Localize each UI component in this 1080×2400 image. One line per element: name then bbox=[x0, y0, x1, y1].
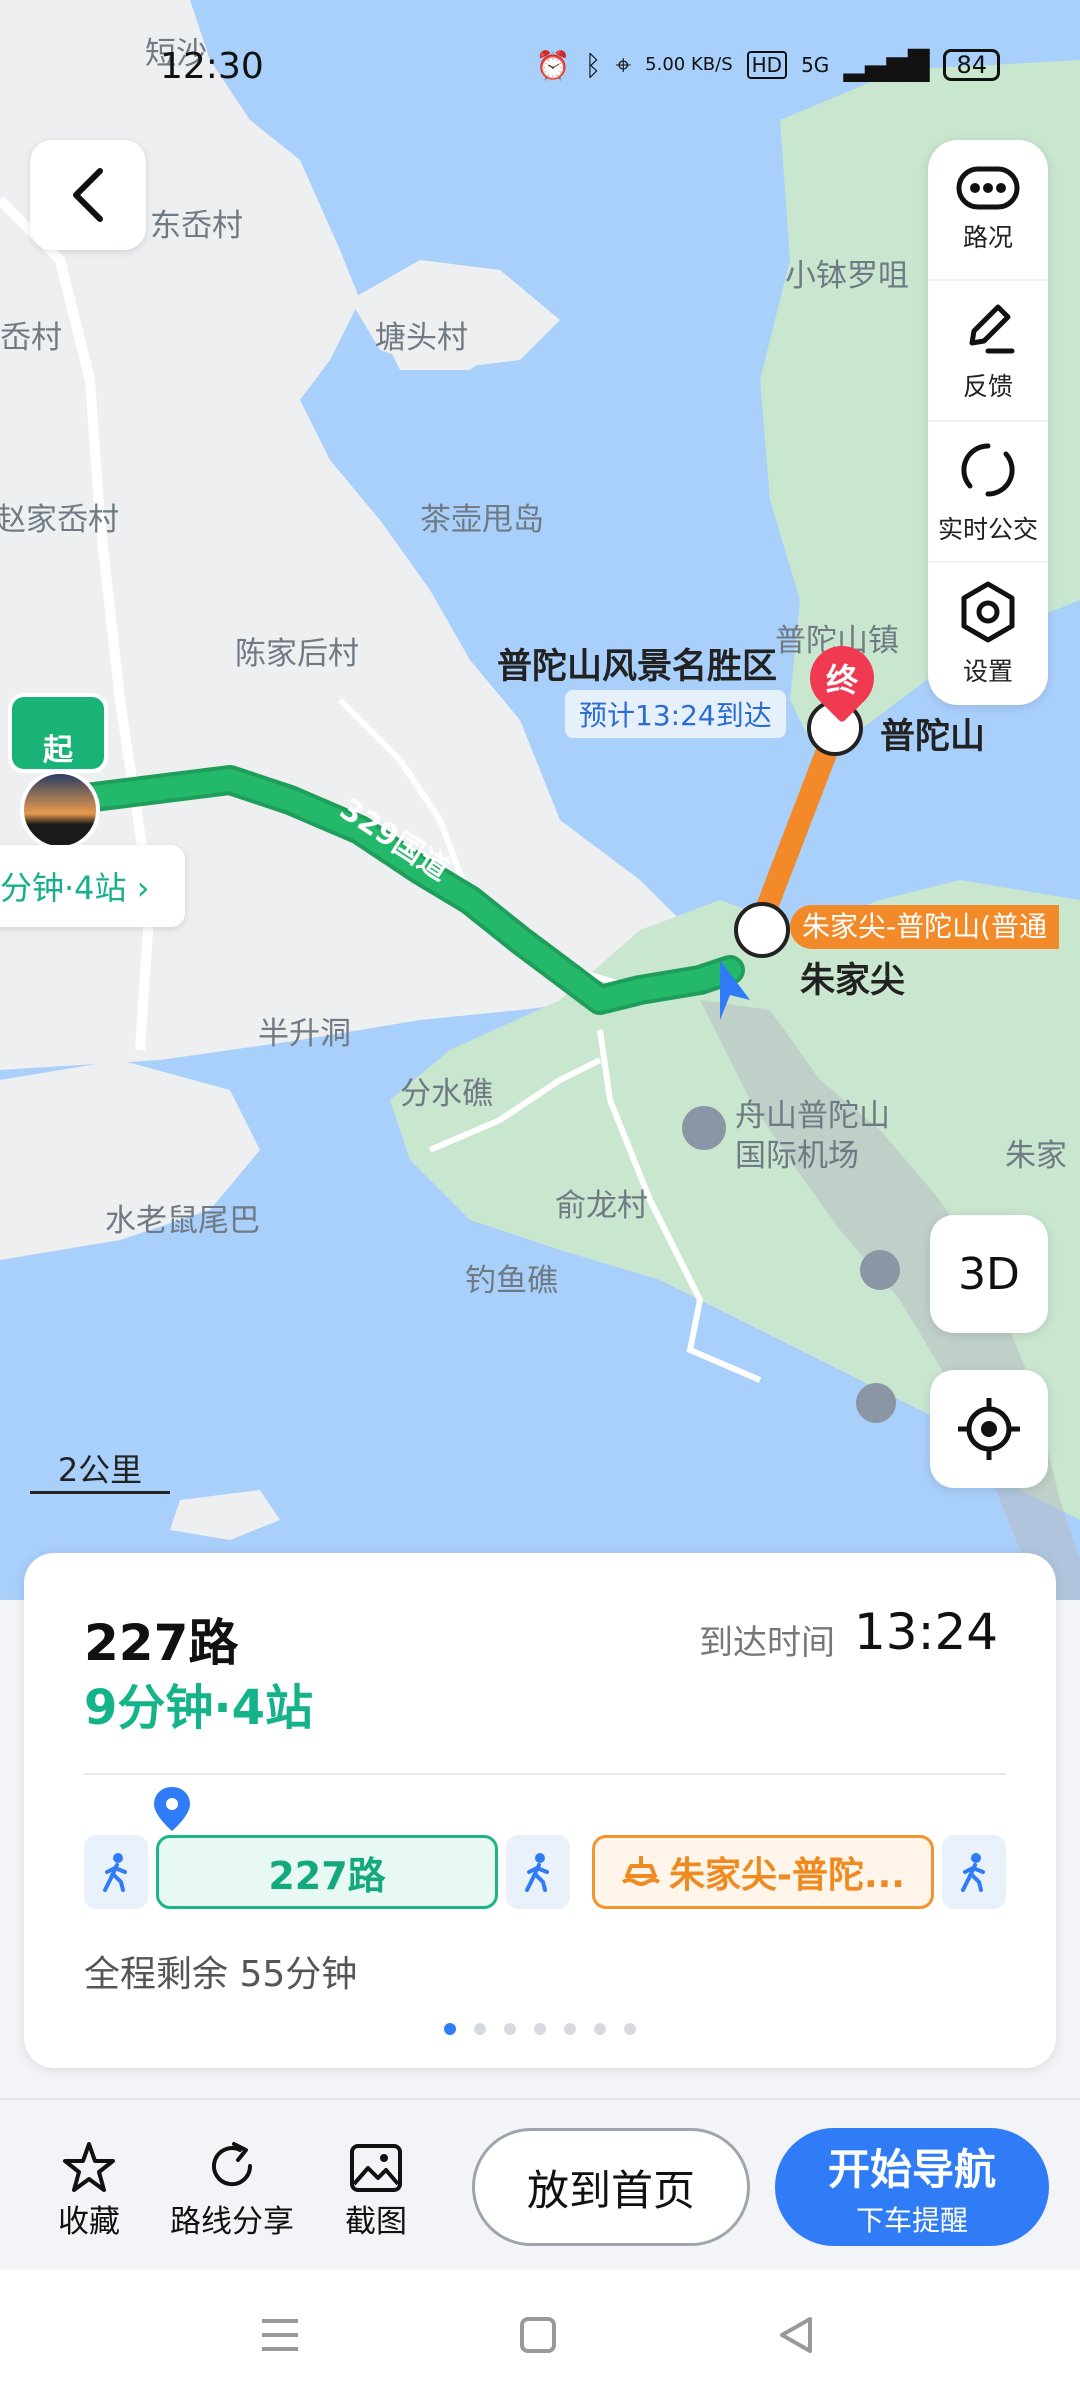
remaining-time: 全程剩余 55分钟 bbox=[84, 1954, 358, 1995]
map-tools-panel: 路况 反馈 实时公交 设置 bbox=[928, 140, 1048, 705]
user-avatar[interactable] bbox=[20, 770, 100, 850]
place-label: 小钵罗咀 bbox=[785, 258, 909, 294]
status-icons: ⏰ ᛒ ⌖ 5.00 KB/S HD 5G ▂▄▆█ 84 bbox=[536, 48, 1000, 82]
place-label-putuoshan: 普陀山 bbox=[880, 717, 986, 757]
route-segments: 227路 朱家尖-普陀... bbox=[84, 1835, 1006, 1909]
scenic-area-label: 普陀山风景名胜区 bbox=[497, 647, 778, 687]
place-label: 水老鼠尾巴 bbox=[105, 1203, 260, 1239]
walk-icon bbox=[103, 1853, 127, 1892]
place-label: 塘头村 bbox=[375, 320, 468, 356]
traffic-label: 路况 bbox=[962, 222, 1013, 252]
ferry-route-label[interactable]: 朱家尖-普陀山(普通 bbox=[790, 905, 1060, 949]
route-duration-stops: 9分钟·4站 bbox=[84, 1680, 314, 1736]
place-label: 赵家岙村 bbox=[0, 502, 119, 538]
signal-bars-icon: ▂▄▆█ bbox=[843, 48, 930, 82]
favorite-button[interactable]: 收藏 bbox=[58, 2140, 120, 2241]
hd-badge: HD bbox=[746, 51, 788, 79]
chevron-left-icon bbox=[73, 168, 103, 222]
battery-indicator: 84 bbox=[943, 49, 1000, 81]
realtime-bus-label: 实时公交 bbox=[937, 514, 1038, 544]
status-bar: 12:30 ⏰ ᛒ ⌖ 5.00 KB/S HD 5G ▂▄▆█ 84 bbox=[0, 40, 1080, 100]
screenshot-label: 截图 bbox=[345, 2204, 407, 2240]
system-nav-bar bbox=[0, 2270, 1080, 2400]
bus-stop-pill[interactable]: 分钟·4站 › bbox=[0, 845, 185, 927]
pencil-icon bbox=[969, 304, 1015, 353]
place-label: 舟山普陀山 bbox=[735, 1098, 890, 1134]
eta-tag: 预计13:24到达 bbox=[565, 690, 786, 738]
alight-reminder-label: 下车提醒 bbox=[855, 2203, 968, 2237]
share-icon bbox=[212, 2142, 253, 2187]
locate-button[interactable] bbox=[930, 1370, 1048, 1488]
page-dot[interactable] bbox=[624, 2023, 636, 2035]
share-route-button[interactable]: 路线分享 bbox=[170, 2140, 294, 2241]
page-dot[interactable] bbox=[474, 2023, 486, 2035]
action-bar: 收藏 路线分享 截图 放到首页 开始导航 下车提醒 bbox=[0, 2098, 1080, 2270]
walk-icon bbox=[961, 1853, 985, 1892]
place-label: 岙村 bbox=[0, 320, 62, 356]
place-label: 分水礁 bbox=[400, 1076, 493, 1112]
walk-segment[interactable] bbox=[84, 1835, 148, 1909]
map-view[interactable]: 短沙 东岙村 岙村 塘头村 小钵罗咀 赵家岙村 茶壶甩岛 陈家后村 普陀山镇 半… bbox=[0, 0, 1080, 1600]
place-label-zhujiajian: 朱家尖 bbox=[800, 961, 906, 1001]
ferry-segment-label: 朱家尖-普陀... bbox=[669, 1855, 905, 1896]
place-label: 朱家 bbox=[1005, 1138, 1067, 1174]
favorite-label: 收藏 bbox=[58, 2204, 120, 2240]
settings-button[interactable]: 设置 bbox=[928, 563, 1048, 704]
page-dot[interactable] bbox=[444, 2023, 456, 2035]
page-dot[interactable] bbox=[594, 2023, 606, 2035]
3d-toggle-button[interactable]: 3D bbox=[930, 1215, 1048, 1333]
location-icon: ⌖ bbox=[615, 48, 632, 81]
screenshot-button[interactable]: 截图 bbox=[345, 2140, 407, 2241]
add-to-home-button[interactable]: 放到首页 bbox=[472, 2128, 750, 2246]
page-dot[interactable] bbox=[534, 2023, 546, 2035]
feedback-button[interactable]: 反馈 bbox=[928, 281, 1048, 422]
back-button[interactable] bbox=[30, 140, 146, 250]
settings-icon bbox=[961, 581, 1015, 642]
traffic-icon bbox=[956, 166, 1020, 209]
walk-segment[interactable] bbox=[506, 1835, 570, 1909]
route-card[interactable]: 227路 9分钟·4站 到达时间 13:24 227路 朱家尖-普陀... 全程… bbox=[24, 1553, 1056, 2068]
clock: 12:30 bbox=[160, 46, 264, 87]
crosshair-icon bbox=[958, 1398, 1020, 1460]
page-dot[interactable] bbox=[564, 2023, 576, 2035]
arrival-time: 13:24 bbox=[854, 1603, 999, 1661]
place-label: 俞龙村 bbox=[555, 1188, 648, 1224]
net-speed: 5.00 KB/S bbox=[645, 54, 733, 75]
arrival-label: 到达时间 bbox=[699, 1623, 835, 1663]
share-label: 路线分享 bbox=[170, 2204, 294, 2240]
divider bbox=[84, 1773, 1006, 1775]
route-name: 227路 bbox=[84, 1614, 239, 1672]
walk-icon bbox=[525, 1853, 549, 1892]
back-triangle-icon[interactable] bbox=[776, 2315, 816, 2355]
place-label: 半升洞 bbox=[258, 1016, 351, 1052]
feedback-label: 反馈 bbox=[962, 371, 1013, 401]
place-label: 国际机场 bbox=[735, 1138, 859, 1174]
star-icon bbox=[63, 2142, 115, 2192]
realtime-bus-button[interactable]: 实时公交 bbox=[928, 422, 1048, 563]
place-label: 东岙村 bbox=[150, 208, 243, 244]
home-icon[interactable] bbox=[518, 2315, 558, 2355]
map-scale: 2公里 bbox=[30, 1445, 170, 1494]
bus-segment[interactable]: 227路 bbox=[156, 1835, 498, 1909]
ferry-icon bbox=[621, 1856, 661, 1886]
signal-5g: 5G bbox=[801, 53, 830, 77]
bluetooth-icon: ᛒ bbox=[584, 48, 602, 82]
start-navigation-button[interactable]: 开始导航 下车提醒 bbox=[775, 2128, 1049, 2246]
start-marker[interactable]: 起 bbox=[8, 693, 108, 773]
place-label: 陈家后村 bbox=[235, 636, 359, 672]
ferry-segment[interactable]: 朱家尖-普陀... bbox=[592, 1835, 934, 1909]
traffic-button[interactable]: 路况 bbox=[928, 140, 1048, 281]
current-position-pin-icon bbox=[154, 1787, 190, 1831]
page-indicator bbox=[24, 2023, 1056, 2035]
walk-segment[interactable] bbox=[942, 1835, 1006, 1909]
image-icon bbox=[350, 2144, 402, 2192]
settings-label: 设置 bbox=[962, 656, 1013, 686]
page-dot[interactable] bbox=[504, 2023, 516, 2035]
menu-icon[interactable] bbox=[258, 2315, 302, 2355]
start-navigation-label: 开始导航 bbox=[827, 2144, 996, 2194]
place-label: 茶壶甩岛 bbox=[420, 502, 544, 538]
place-label: 钓鱼礁 bbox=[465, 1263, 558, 1299]
alarm-icon: ⏰ bbox=[535, 48, 571, 82]
refresh-icon bbox=[961, 442, 1015, 497]
